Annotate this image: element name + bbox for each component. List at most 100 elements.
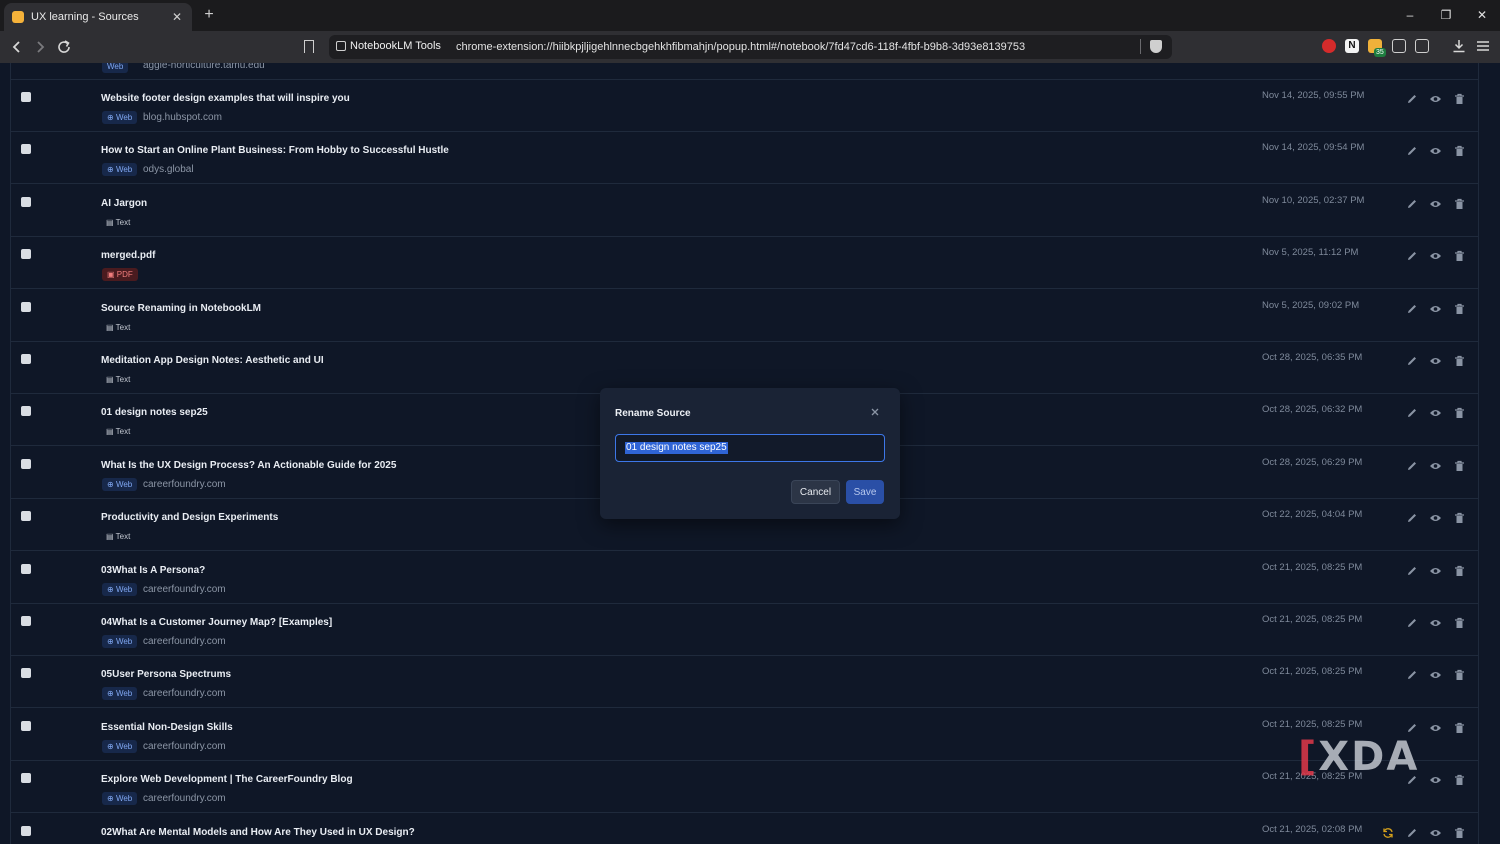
trash-icon[interactable]: [1452, 407, 1466, 421]
source-title[interactable]: 04What Is a Customer Journey Map? [Examp…: [101, 617, 332, 628]
sync-icon[interactable]: [1381, 827, 1395, 841]
trash-icon[interactable]: [1452, 722, 1466, 736]
extension-chip[interactable]: NotebookLM Tools: [336, 40, 441, 52]
row-checkbox[interactable]: [21, 458, 31, 469]
trash-icon[interactable]: [1452, 460, 1466, 474]
source-name-input[interactable]: [615, 434, 885, 462]
record-extension-icon[interactable]: [1322, 39, 1336, 53]
source-title[interactable]: 02What Are Mental Models and How Are The…: [101, 827, 415, 838]
trash-icon[interactable]: [1452, 198, 1466, 212]
row-checkbox[interactable]: [21, 825, 31, 836]
restore-button[interactable]: ❐: [1437, 6, 1455, 24]
minimize-button[interactable]: –: [1401, 6, 1419, 24]
source-title[interactable]: 01 design notes sep25: [101, 407, 208, 418]
eye-icon[interactable]: [1428, 774, 1442, 788]
url-text[interactable]: chrome-extension://hiibkpjljigehlnnecbge…: [456, 41, 1025, 53]
back-icon[interactable]: [8, 38, 26, 56]
close-icon[interactable]: [868, 405, 882, 419]
eye-icon[interactable]: [1428, 250, 1442, 264]
pencil-icon[interactable]: [1405, 250, 1419, 264]
source-title[interactable]: How to Start an Online Plant Business: F…: [101, 145, 449, 156]
row-checkbox[interactable]: [21, 144, 31, 155]
browser-tab[interactable]: UX learning - Sources ✕: [4, 3, 192, 31]
eye-icon[interactable]: [1428, 669, 1442, 683]
pencil-icon[interactable]: [1405, 93, 1419, 107]
eye-icon[interactable]: [1428, 827, 1442, 841]
table-row[interactable]: How to Start an Online Plant Business: F…: [11, 132, 1478, 185]
trash-icon[interactable]: [1452, 669, 1466, 683]
pencil-icon[interactable]: [1405, 407, 1419, 421]
trash-icon[interactable]: [1452, 355, 1466, 369]
row-checkbox[interactable]: [21, 668, 31, 679]
bookmark-icon[interactable]: [304, 40, 314, 53]
pencil-icon[interactable]: [1405, 460, 1419, 474]
table-row[interactable]: Website footer design examples that will…: [11, 80, 1478, 132]
table-row[interactable]: 03What Is A Persona? ⊕ Web careerfoundry.c…: [11, 552, 1478, 604]
row-checkbox[interactable]: [21, 406, 31, 417]
eye-icon[interactable]: [1428, 407, 1442, 421]
eye-icon[interactable]: [1428, 303, 1442, 317]
close-tab-icon[interactable]: ✕: [170, 10, 184, 24]
cancel-button[interactable]: Cancel: [791, 480, 840, 504]
row-checkbox[interactable]: [21, 196, 31, 207]
source-title[interactable]: AI Jargon: [101, 198, 147, 209]
eye-icon[interactable]: [1428, 617, 1442, 631]
pencil-icon[interactable]: [1405, 198, 1419, 212]
source-title[interactable]: Productivity and Design Experiments: [101, 512, 278, 523]
eye-icon[interactable]: [1428, 460, 1442, 474]
forward-icon[interactable]: [31, 38, 49, 56]
pencil-icon[interactable]: [1405, 355, 1419, 369]
trash-icon[interactable]: [1452, 774, 1466, 788]
trash-icon[interactable]: [1452, 145, 1466, 159]
row-checkbox[interactable]: [21, 511, 31, 522]
eye-icon[interactable]: [1428, 565, 1442, 579]
pencil-icon[interactable]: [1405, 512, 1419, 526]
save-button[interactable]: Save: [846, 480, 884, 504]
sidebar-icon[interactable]: [1415, 39, 1429, 53]
reload-icon[interactable]: [55, 38, 73, 56]
source-title[interactable]: Meditation App Design Notes: Aesthetic a…: [101, 355, 324, 366]
pencil-icon[interactable]: [1405, 303, 1419, 317]
table-row[interactable]: 04What Is a Customer Journey Map? [Examp…: [11, 604, 1478, 656]
row-checkbox[interactable]: [21, 354, 31, 364]
pencil-icon[interactable]: [1405, 669, 1419, 683]
source-title[interactable]: What Is the UX Design Process? An Action…: [101, 460, 396, 471]
eye-icon[interactable]: [1428, 198, 1442, 212]
table-row[interactable]: AI Jargon ▤ Text Nov 10, 2025, 02:37 PM: [11, 185, 1478, 237]
source-title[interactable]: merged.pdf: [101, 250, 155, 261]
pencil-icon[interactable]: [1405, 827, 1419, 841]
eye-icon[interactable]: [1428, 355, 1442, 369]
notion-extension-icon[interactable]: N: [1345, 39, 1359, 53]
trash-icon[interactable]: [1452, 565, 1466, 579]
eye-icon[interactable]: [1428, 512, 1442, 526]
eye-icon[interactable]: [1428, 722, 1442, 736]
row-checkbox[interactable]: [21, 616, 31, 626]
pencil-icon[interactable]: [1405, 565, 1419, 579]
source-title[interactable]: Source Renaming in NotebookLM: [101, 303, 261, 314]
table-row[interactable]: Explore Web Development | The CareerFoun…: [11, 761, 1478, 814]
eye-icon[interactable]: [1428, 145, 1442, 159]
brave-shield-icon[interactable]: [1150, 40, 1162, 53]
trash-icon[interactable]: [1452, 512, 1466, 526]
row-checkbox[interactable]: [21, 773, 31, 784]
table-row[interactable]: Essential Non-Design Skills ⊕ Web careerfo…: [11, 709, 1478, 761]
table-row[interactable]: Source Renaming in NotebookLM ▤ Text Nov 5…: [11, 290, 1478, 342]
source-title[interactable]: Website footer design examples that will…: [101, 93, 350, 104]
eye-icon[interactable]: [1428, 93, 1442, 107]
new-tab-button[interactable]: +: [200, 6, 218, 24]
source-title[interactable]: 03What Is A Persona?: [101, 565, 205, 576]
menu-icon[interactable]: [1476, 39, 1490, 53]
close-window-button[interactable]: ✕: [1473, 6, 1491, 24]
trash-icon[interactable]: [1452, 93, 1466, 107]
table-row[interactable]: 02What Are Mental Models and How Are The…: [11, 814, 1478, 844]
trash-icon[interactable]: [1452, 617, 1466, 631]
pencil-icon[interactable]: [1405, 145, 1419, 159]
source-title[interactable]: Essential Non-Design Skills: [101, 722, 233, 733]
row-checkbox[interactable]: [21, 563, 31, 574]
trash-icon[interactable]: [1452, 827, 1466, 841]
row-checkbox[interactable]: [21, 249, 31, 260]
table-row[interactable]: merged.pdf ▣ PDF Nov 5, 2025, 11:12 PM: [11, 237, 1478, 290]
pencil-icon[interactable]: [1405, 617, 1419, 631]
source-title[interactable]: 05User Persona Spectrums: [101, 669, 231, 680]
table-row[interactable]: 05User Persona Spectrums ⊕ Web careerfound…: [11, 656, 1478, 709]
